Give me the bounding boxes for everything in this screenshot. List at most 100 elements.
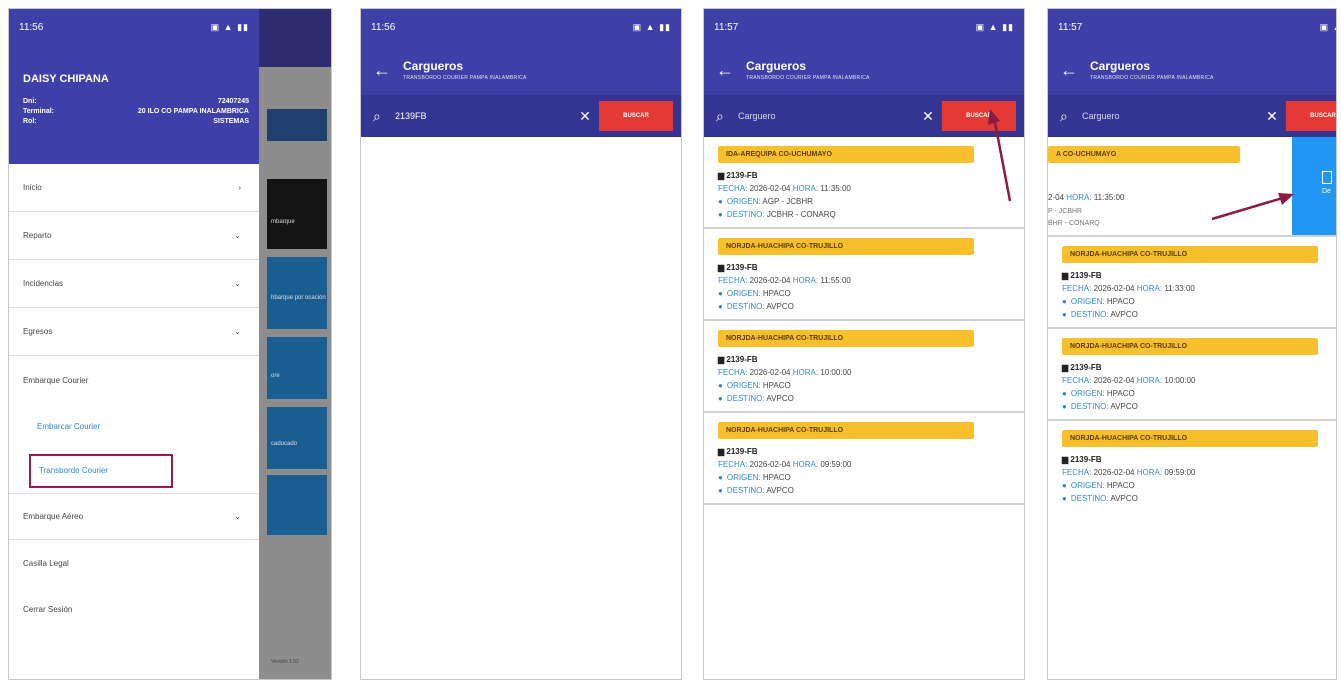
search-bar: ⌕ 2139FB ✕ BUSCAR — [361, 95, 681, 137]
dni-value: 72407245 — [217, 98, 249, 105]
location-pin-icon: ● — [718, 197, 723, 206]
bus-icon: ▆ — [1062, 455, 1069, 464]
menu-item-casilla-legal[interactable]: Casilla Legal — [9, 540, 259, 586]
back-arrow-icon[interactable]: ← — [1060, 60, 1090, 81]
menu-item-embarque-courier[interactable]: Embarque Courier — [9, 356, 259, 404]
phone-search: 11:56 ▣ ▲ ▮▮ ← Cargueros TRANSBORDO COURIE… — [360, 8, 682, 680]
plate: ▆ 2139-FB — [1062, 455, 1102, 464]
page-subtitle: TRANSBORDO COURIER PAMPA INALAMBRICA — [746, 75, 870, 81]
location-pin-icon: ● — [718, 381, 723, 390]
chevron-down-icon: ⌄ — [234, 327, 241, 336]
list-item[interactable]: NORJDA-HUACHIPA CO-TRUJILLO ▆ 2139-FB FE… — [704, 321, 1024, 413]
location-pin-icon: ● — [718, 486, 723, 495]
bus-icon: ▆ — [1062, 363, 1069, 372]
plate: ▆ 2139-FB — [1062, 271, 1102, 280]
document-icon — [1322, 171, 1332, 184]
user-name: DAISY CHIPANA — [23, 73, 109, 85]
clear-icon[interactable]: ✕ — [1258, 108, 1286, 125]
route-badge: NORJDA-HUACHIPA CO-TRUJILLO — [1062, 338, 1318, 355]
page-title: Cargueros — [403, 59, 464, 73]
location-pin-icon: ● — [718, 210, 723, 219]
list-item[interactable]: NORJDA-HUACHIPA CO-TRUJILLO ▆ 2139-FB FE… — [704, 413, 1024, 505]
terminal-value: 20 ILO CO PAMPA INALAMBRICA — [137, 108, 249, 115]
back-arrow-icon[interactable]: ← — [373, 60, 403, 81]
location-pin-icon: ● — [718, 302, 723, 311]
route-badge: NORJDA-HUACHIPA CO-TRUJILLO — [718, 238, 974, 255]
chevron-down-icon: ⌄ — [234, 279, 241, 288]
chevron-right-icon: › — [238, 183, 241, 192]
annotation-arrow — [1211, 193, 1294, 221]
plate: ▆ 2139-FB — [718, 263, 758, 272]
bg-tile: mbarque — [267, 179, 327, 249]
page-title: Cargueros — [1090, 59, 1151, 73]
search-input[interactable]: 2139FB — [395, 111, 571, 121]
submenu-item-embarcar-courier[interactable]: Embarcar Courier — [9, 404, 259, 448]
origen-label: ORIGEN: — [726, 197, 761, 206]
route-badge: NORJDA-HUACHIPA CO-TRUJILLO — [1062, 430, 1318, 447]
list-item[interactable]: NORJDA-HUACHIPA CO-TRUJILLO ▆ 2139-FB FE… — [704, 229, 1024, 321]
bus-icon: ▆ — [718, 171, 725, 180]
route-badge: NORJDA-HUACHIPA CO-TRUJILLO — [718, 422, 974, 439]
menu-item-embarque-aereo[interactable]: Embarque Aéreo ⌄ — [9, 494, 259, 540]
menu-item-inicio[interactable]: Inicio › — [9, 164, 259, 212]
swipe-action-button[interactable]: De — [1292, 137, 1336, 235]
status-bar: 11:57▣ ▲ ▮▮ — [1058, 21, 1336, 33]
search-icon: ⌕ — [716, 107, 724, 124]
search-input[interactable]: Carguero — [738, 111, 914, 121]
location-pin-icon: ● — [718, 394, 723, 403]
bg-tile: ore — [267, 337, 327, 399]
fecha-value: 2026-02-04 — [749, 184, 791, 193]
search-button[interactable]: BUSCAR — [599, 101, 673, 131]
origen-value: AGP - JCBHR — [762, 197, 813, 206]
page-subtitle: TRANSBORDO COURIER PAMPA INALAMBRICA — [1090, 75, 1214, 81]
results-list: IDA-AREQUIPA CO-UCHUMAYO ▆ 2139-FB FECHA… — [704, 137, 1024, 505]
status-bar: 11:57▣ ▲ ▮▮ — [714, 21, 1014, 33]
submenu-item-transbordo-courier[interactable]: Transbordo Courier — [29, 453, 173, 488]
hora-value: 11:35:00 — [820, 184, 851, 193]
terminal-label: Terminal: — [23, 108, 54, 115]
menu-item-cerrar-sesion[interactable]: Cerrar Sesión — [9, 586, 259, 632]
bg-tile: hbarque por ocación — [267, 257, 327, 329]
menu-item-reparto[interactable]: Reparto ⌄ — [9, 212, 259, 260]
app-bar: ← Cargueros TRANSBORDO COURIER PAMPA INAL… — [704, 45, 1024, 95]
search-bar: ⌕ Carguero ✕ BUSCAR — [704, 95, 1024, 137]
status-time: 11:56 — [19, 21, 44, 33]
bus-icon: ▆ — [718, 355, 725, 364]
plate: ▆ 2139-FB — [718, 355, 758, 364]
page-title: Cargueros — [746, 59, 807, 73]
fecha-label: FECHA: — [718, 184, 748, 193]
chevron-down-icon: ⌄ — [234, 231, 241, 240]
list-item[interactable]: IDA-AREQUIPA CO-UCHUMAYO ▆ 2139-FB FECHA… — [704, 137, 1024, 229]
chevron-down-icon: ⌄ — [234, 512, 241, 521]
page-subtitle: TRANSBORDO COURIER PAMPA INALAMBRICA — [403, 75, 527, 81]
search-input[interactable]: Carguero — [1082, 111, 1258, 121]
location-pin-icon: ● — [1062, 481, 1067, 490]
hora-label: HORA: — [792, 184, 819, 193]
rol-value: SISTEMAS — [213, 118, 249, 125]
list-item[interactable]: NORJDA-HUACHIPA CO-TRUJILLO ▆ 2139-FB FE… — [1048, 421, 1336, 511]
search-button[interactable]: BUSCAR — [1286, 101, 1336, 131]
menu-item-egresos[interactable]: Egresos ⌄ — [9, 308, 259, 356]
status-bar: 11:56 ▣ ▲ ▮▮ — [9, 9, 259, 45]
clear-icon[interactable]: ✕ — [914, 108, 942, 125]
menu-item-incidencias[interactable]: Incidencias ⌄ — [9, 260, 259, 308]
phone-results: 11:57 ▣ ▲ ▮▮ ← Cargueros TRANSBORDO COURIE… — [703, 8, 1025, 680]
plate: ▆ 2139-FB — [718, 447, 758, 456]
status-bar: 11:56 ▣ ▲ ▮▮ — [371, 21, 671, 33]
annotation-arrow — [988, 109, 1012, 202]
back-arrow-icon[interactable]: ← — [716, 60, 746, 81]
location-pin-icon: ● — [1062, 297, 1067, 306]
list-item[interactable]: NORJDA-HUACHIPA CO-TRUJILLO ▆ 2139-FB FE… — [1048, 329, 1336, 421]
list-item[interactable]: NORJDA-HUACHIPA CO-TRUJILLO ▆ 2139-FB FE… — [1048, 237, 1336, 329]
status-icons: ▣ ▲ ▮▮ — [210, 21, 249, 32]
app-bar: ← Cargueros TRANSBORDO COURIER PAMPA INAL… — [1048, 45, 1336, 95]
clear-icon[interactable]: ✕ — [571, 108, 599, 125]
bg-tile: caducado — [267, 407, 327, 469]
phone-swiped: 11:57▣ ▲ ▮▮ ← Cargueros TRANSBORDO COURIE… — [1047, 8, 1337, 680]
bus-icon: ▆ — [718, 263, 725, 272]
bus-icon: ▆ — [718, 447, 725, 456]
location-pin-icon: ● — [1062, 310, 1067, 319]
bus-icon: ▆ — [1062, 271, 1069, 280]
plate: ▆ 2139-FB — [1062, 363, 1102, 372]
bg-tile — [267, 475, 327, 535]
